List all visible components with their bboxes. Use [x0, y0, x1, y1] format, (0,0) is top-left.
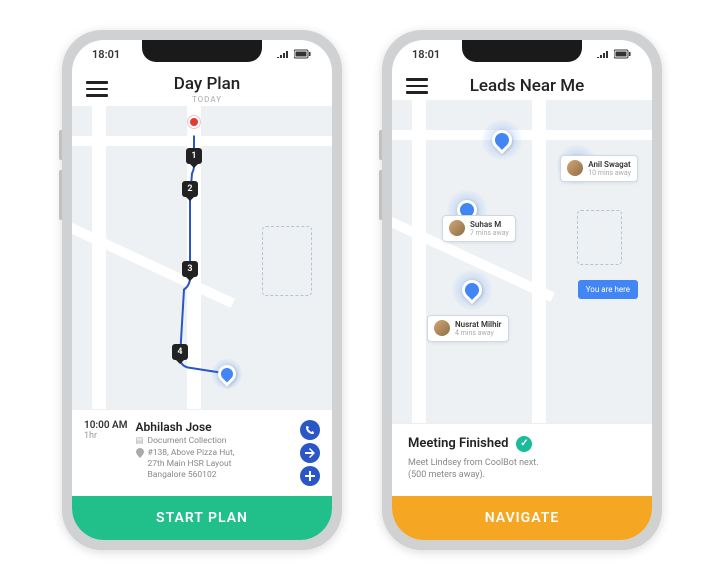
status-card: Meeting Finished ✓ Meet Lindsey from Coo…: [392, 423, 652, 496]
signal-icon: [596, 49, 610, 59]
battery-icon: [294, 49, 312, 59]
route-start-marker: [188, 116, 200, 128]
navigate-button[interactable]: NAVIGATE: [392, 496, 652, 540]
stop-marker-3[interactable]: 3: [182, 261, 198, 277]
signal-icon: [276, 49, 290, 59]
page-title: Day Plan: [118, 74, 296, 94]
route-path: [72, 106, 332, 409]
appointment-type: Document Collection: [148, 436, 227, 447]
action-buttons: [300, 420, 320, 486]
title-block: Leads Near Me: [438, 76, 616, 96]
map-view[interactable]: 1 2 3 4: [72, 106, 332, 409]
stop-marker-1[interactable]: 1: [186, 148, 202, 164]
lead-callout[interactable]: Anil Swagat 10 mins away: [560, 155, 638, 182]
add-button[interactable]: [300, 466, 320, 486]
status-title-row: Meeting Finished ✓: [408, 436, 636, 452]
lead-distance: 7 mins away: [470, 229, 509, 237]
stop-marker-4[interactable]: 4: [172, 344, 188, 360]
start-plan-button[interactable]: START PLAN: [72, 496, 332, 540]
phone-frame-leads: 18:01 Leads Near Me: [382, 30, 662, 550]
page-subtitle: TODAY: [118, 95, 296, 104]
address: #138, Above Pizza Hut, 27th Main HSR Lay…: [148, 448, 235, 481]
screen: 18:01 Day Plan TODAY 1: [72, 40, 332, 540]
call-button[interactable]: [300, 420, 320, 440]
notch: [462, 40, 582, 62]
status-description: Meet Lindsey from CoolBot next. (500 met…: [408, 457, 636, 482]
you-are-here-badge: You are here: [578, 280, 638, 299]
lead-pin[interactable]: [452, 270, 492, 310]
check-icon: ✓: [516, 436, 532, 452]
status-time: 18:01: [412, 48, 440, 61]
appointment-duration: 1hr: [84, 431, 128, 441]
status-icons: [596, 49, 632, 59]
lead-name: Anil Swagat: [588, 160, 631, 169]
stop-marker-2[interactable]: 2: [182, 181, 198, 197]
appointment-details: Abhilash Jose ▤ Document Collection #138…: [136, 420, 293, 486]
lead-name: Nusrat Milhir: [455, 320, 502, 329]
notch: [142, 40, 262, 62]
header: Leads Near Me: [392, 68, 652, 100]
status-icons: [276, 49, 312, 59]
menu-icon[interactable]: [406, 74, 428, 98]
status-time: 18:01: [92, 48, 120, 61]
lead-distance: 4 mins away: [455, 329, 502, 337]
title-block: Day Plan TODAY: [118, 74, 296, 104]
contact-name: Abhilash Jose: [136, 420, 293, 434]
appointment-card[interactable]: 10:00 AM 1hr Abhilash Jose ▤ Document Co…: [72, 409, 332, 496]
header: Day Plan TODAY: [72, 68, 332, 106]
avatar: [434, 320, 450, 336]
status-title: Meeting Finished: [408, 436, 508, 451]
avatar: [567, 160, 583, 176]
appointment-time: 10:00 AM: [84, 420, 128, 431]
lead-callout[interactable]: Suhas M 7 mins away: [442, 215, 516, 242]
phone-frame-day-plan: 18:01 Day Plan TODAY 1: [62, 30, 342, 550]
lead-pin[interactable]: [482, 120, 522, 160]
location-pin-icon: [136, 448, 144, 458]
appointment-time-block: 10:00 AM 1hr: [84, 420, 128, 486]
screen: 18:01 Leads Near Me: [392, 40, 652, 540]
map-view[interactable]: Anil Swagat 10 mins away Suhas M 7 mins …: [392, 100, 652, 423]
battery-icon: [614, 49, 632, 59]
navigate-button[interactable]: [300, 443, 320, 463]
current-location-marker: [212, 359, 242, 389]
page-title: Leads Near Me: [438, 76, 616, 96]
lead-callout[interactable]: Nusrat Milhir 4 mins away: [427, 315, 509, 342]
avatar: [449, 220, 465, 236]
lead-name: Suhas M: [470, 220, 509, 229]
menu-icon[interactable]: [86, 77, 108, 101]
document-icon: ▤: [136, 436, 144, 447]
lead-distance: 10 mins away: [588, 169, 631, 177]
